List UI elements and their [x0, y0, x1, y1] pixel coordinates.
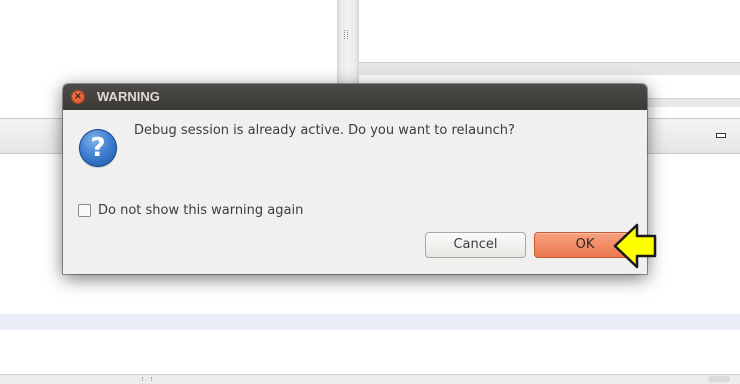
- close-icon[interactable]: ×: [71, 90, 85, 104]
- dialog-message: Debug session is already active. Do you …: [134, 123, 515, 138]
- question-icon: ?: [79, 129, 117, 167]
- pointer-arrow-icon: [613, 223, 657, 269]
- minimize-icon[interactable]: [716, 133, 726, 138]
- selected-row[interactable]: [0, 314, 740, 330]
- cancel-button[interactable]: Cancel: [425, 232, 526, 258]
- scrollbar-thumb[interactable]: [708, 376, 730, 382]
- horizontal-scrollbar[interactable]: [0, 374, 740, 384]
- dialog-titlebar[interactable]: × WARNING: [63, 84, 647, 110]
- dont-show-again-label[interactable]: Do not show this warning again: [98, 203, 303, 218]
- pane-divider: [359, 62, 740, 75]
- dont-show-again-checkbox[interactable]: [78, 204, 91, 217]
- dialog-title: WARNING: [97, 89, 160, 104]
- scrollbar-grip-icon[interactable]: [142, 377, 152, 381]
- warning-dialog: × WARNING ? Debug session is already act…: [63, 84, 647, 274]
- splitter-grip-icon: [344, 30, 348, 39]
